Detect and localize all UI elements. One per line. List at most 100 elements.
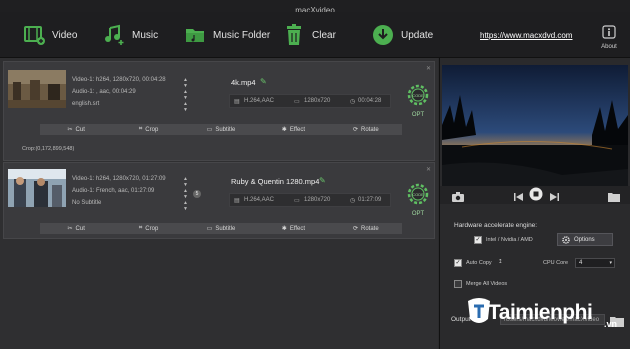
app-window: macXvideo Video Music Music Folder Clear <box>0 0 630 349</box>
audio-stream-dropdown[interactable]: ▲ ▼ <box>183 188 188 200</box>
gear-icon: CODE <box>407 183 429 205</box>
audio-stream-dropdown[interactable]: ▲ ▼ <box>183 89 188 101</box>
website-link[interactable]: https://www.macxdvd.com <box>480 31 572 40</box>
gear-icon: CODE <box>407 84 429 106</box>
list-item[interactable]: ✕ Video-1: h264, 1280x720, 01:27:09 Audi… <box>3 162 435 239</box>
rotate-button[interactable]: ⟳ Rotate <box>330 124 402 135</box>
audio-stream-info: Audio-1: , aac, 00:04:29 <box>72 89 136 95</box>
scissors-icon: ✂ <box>67 226 73 232</box>
resolution-icon: ▭ <box>294 99 300 105</box>
merge-videos-checkbox[interactable]: ✓ <box>454 280 462 288</box>
chevron-down-icon: ▾ <box>609 260 612 266</box>
opt-label: OPT <box>411 211 425 217</box>
video-thumbnail <box>8 169 66 207</box>
cpu-core-select[interactable]: 4 ▾ <box>575 258 615 268</box>
rotate-label: Rotate <box>361 225 379 232</box>
options-button[interactable]: Options <box>557 233 613 246</box>
output-info: ▤ H.264,AAC ▭ 1280x720 ◷ 01:27:09 <box>229 193 391 207</box>
crop-button[interactable]: ⌗ Crop <box>112 124 184 135</box>
music-folder-icon <box>183 23 207 47</box>
crop-label: Crop <box>145 225 159 232</box>
resolution-text: 1280x720 <box>304 197 331 203</box>
video-label: Video <box>52 29 78 41</box>
hw-accel-checkbox[interactable]: ✓ <box>474 236 482 244</box>
output-info: ▤ H.264,AAC ▭ 1280x720 ◷ 00:04:28 <box>229 94 391 108</box>
about-icon <box>602 25 616 43</box>
update-button[interactable]: Update <box>371 22 433 48</box>
hw-accel-title: Hardware accelerate engine: <box>454 222 538 229</box>
previous-icon[interactable] <box>514 189 524 207</box>
music-add-icon <box>102 23 126 47</box>
cpu-core-label: CPU Core <box>543 260 569 266</box>
rotate-button[interactable]: ⟳ Rotate <box>330 223 402 234</box>
effect-label: Effect <box>289 126 306 133</box>
auto-copy-label: Auto Copy <box>466 260 492 266</box>
audio-count-badge: 5 <box>193 190 201 198</box>
edit-actions: ✂ Cut ⌗ Crop ▭ Subtitle ✱ Effect ⟳ Rotate <box>40 223 402 234</box>
resolution-icon: ▭ <box>294 198 300 204</box>
video-stream-dropdown[interactable]: ▲ ▼ <box>183 176 188 188</box>
effect-button[interactable]: ✱ Effect <box>257 124 329 135</box>
video-thumbnail <box>8 70 66 108</box>
open-folder-icon[interactable] <box>608 189 620 207</box>
crop-button[interactable]: ⌗ Crop <box>112 223 184 234</box>
add-music-folder-button[interactable]: Music Folder <box>183 22 270 48</box>
scissors-icon: ✂ <box>67 127 73 133</box>
codec-options-button[interactable]: CODE OPT <box>407 183 429 217</box>
add-music-button[interactable]: Music <box>102 22 158 48</box>
about-label: About <box>601 44 617 50</box>
merge-videos-label: Merge All Videos <box>466 281 508 287</box>
output-filename: 4k.mp4 <box>231 78 256 87</box>
video-preview <box>442 65 628 187</box>
music-label: Music <box>132 29 159 41</box>
options-label: Options <box>574 236 595 243</box>
close-icon[interactable]: ✕ <box>426 65 431 72</box>
rename-pencil-icon[interactable]: ✎ <box>260 77 267 86</box>
subtitle-button[interactable]: ▭ Subtitle <box>185 124 257 135</box>
subtitle-label: Subtitle <box>215 126 236 133</box>
codec-options-button[interactable]: CODE OPT <box>407 84 429 118</box>
edit-actions: ✂ Cut ⌗ Crop ▭ Subtitle ✱ Effect ⟳ Rotate <box>40 124 402 135</box>
duration-text: 01:27:09 <box>358 197 382 203</box>
auto-copy-checkbox[interactable]: ✓ <box>454 259 462 267</box>
playback-controls <box>440 186 630 204</box>
code-chip: CODE <box>412 93 424 98</box>
codec-text: H.264,AAC <box>244 197 275 203</box>
hw-accel-option-label: Intel / Nvidia / AMD <box>486 237 533 243</box>
clear-button[interactable]: Clear <box>282 22 336 48</box>
rotate-icon: ⟳ <box>352 226 358 232</box>
effect-icon: ✱ <box>281 226 287 232</box>
rotate-icon: ⟳ <box>352 127 358 133</box>
subtitle-dropdown[interactable]: ▲ ▼ <box>183 101 188 113</box>
rename-pencil-icon[interactable]: ✎ <box>319 176 326 185</box>
list-item[interactable]: ✕ Video-1: h264, 1280x720, 00:04:28 Audi… <box>3 61 435 161</box>
audio-stream-info: Audio-1: French, aac, 01:27:09 <box>72 188 155 194</box>
next-icon[interactable] <box>549 189 559 207</box>
info-icon[interactable]: ↥ <box>498 259 503 265</box>
effect-button[interactable]: ✱ Effect <box>257 223 329 234</box>
output-filename: Ruby & Quentin 1280.mp4 <box>231 177 320 186</box>
clock-icon: ◷ <box>350 99 356 105</box>
subtitle-button[interactable]: ▭ Subtitle <box>185 223 257 234</box>
camera-icon[interactable] <box>452 189 464 207</box>
subtitle-icon: ▭ <box>206 127 213 133</box>
stop-button[interactable] <box>529 187 543 206</box>
add-video-button[interactable]: Video <box>22 22 77 48</box>
title-bar: macXvideo <box>0 0 630 15</box>
about-button[interactable]: About <box>596 25 622 50</box>
watermark-text: Taimienphi <box>488 301 593 324</box>
watermark: Taimienphi .vn <box>466 297 617 332</box>
film-icon: ▤ <box>234 99 240 105</box>
effect-icon: ✱ <box>281 127 287 133</box>
resolution-text: 1280x720 <box>304 98 331 104</box>
subtitle-label: Subtitle <box>215 225 236 232</box>
close-icon[interactable]: ✕ <box>426 166 431 173</box>
opt-label: OPT <box>411 112 425 118</box>
music-folder-label: Music Folder <box>213 29 271 41</box>
video-stream-dropdown[interactable]: ▲ ▼ <box>183 77 188 89</box>
subtitle-dropdown[interactable]: ▲ ▼ <box>183 200 188 212</box>
subtitle-info: No Subtitle <box>72 200 102 206</box>
cut-button[interactable]: ✂ Cut <box>40 124 112 135</box>
cut-button[interactable]: ✂ Cut <box>40 223 112 234</box>
code-chip: CODE <box>412 192 424 197</box>
